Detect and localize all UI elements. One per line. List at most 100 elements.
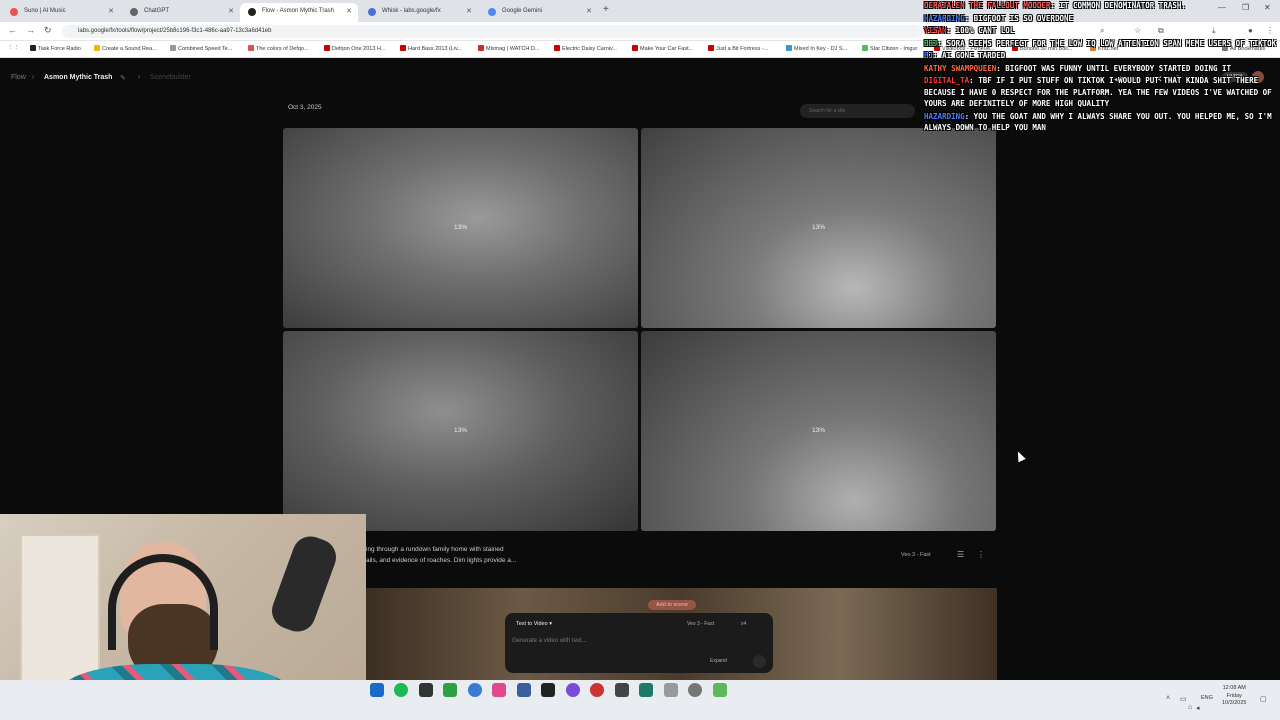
notification-icon[interactable]: ▢: [1260, 695, 1267, 703]
youtube-icon: [632, 45, 638, 51]
bookmark-item[interactable]: Hard Bass 2013 (Liv...: [400, 45, 462, 52]
tab-whisk[interactable]: Whisk - labs.google/fx ✕: [360, 3, 478, 22]
date-label: Oct 3, 2025: [288, 104, 322, 111]
tab-gemini[interactable]: Google Gemini ✕: [480, 3, 598, 22]
progress-label: 13%: [453, 224, 467, 231]
reload-icon[interactable]: ↻: [44, 25, 52, 36]
chat-user: Kathy SwampQueen: [924, 63, 997, 73]
apps-icon[interactable]: ⋮⋮: [8, 45, 19, 51]
app-icon[interactable]: [566, 683, 580, 697]
close-icon[interactable]: ✕: [108, 7, 114, 15]
chat-user: Hazarding: [924, 13, 965, 23]
app-icon[interactable]: [517, 683, 531, 697]
spotify-icon[interactable]: [394, 683, 408, 697]
bookmark-item[interactable]: The colors of Defqo...: [248, 45, 309, 52]
video-tile[interactable]: 13%: [283, 128, 638, 328]
video-tile[interactable]: 13%: [283, 331, 638, 531]
new-tab-button[interactable]: +: [603, 4, 609, 15]
mode-select[interactable]: Text to Video ▾: [516, 621, 552, 627]
chat-user: BBJ: [924, 38, 938, 48]
tab-chatgpt[interactable]: ChatGPT ✕: [122, 3, 240, 22]
chat-user: BJ: [924, 51, 934, 60]
prompt-input[interactable]: Generate a video with text...: [512, 638, 587, 644]
chat-message: Kathy SwampQueen: Bigfoot was funny unti…: [924, 63, 1232, 73]
tray-chevron-icon[interactable]: ˄: [1166, 695, 1170, 702]
back-icon[interactable]: ←: [8, 25, 17, 35]
chat-user: Derajalen The Fallout Modder: [924, 1, 1051, 10]
whisk-icon: [368, 8, 376, 16]
bookmark-item[interactable]: Combined Speed Te...: [170, 45, 232, 52]
app-icon[interactable]: [492, 683, 506, 697]
breadcrumb-root[interactable]: Flow: [11, 74, 26, 81]
suno-icon: [10, 8, 18, 16]
more-options-icon[interactable]: ⋮: [977, 550, 985, 559]
settings-icon[interactable]: [688, 683, 702, 697]
bookmark-item[interactable]: Create a Sound Rea...: [94, 45, 157, 52]
add-to-scene-button[interactable]: Add to scene: [648, 600, 697, 610]
app-icon[interactable]: [639, 683, 653, 697]
bookmark-item[interactable]: Just a Bit Fortress -...: [708, 45, 768, 52]
forward-icon[interactable]: →: [26, 25, 35, 35]
close-icon[interactable]: ✕: [586, 7, 592, 15]
chrome-icon[interactable]: [468, 683, 482, 697]
close-icon[interactable]: ✕: [466, 7, 472, 15]
youtube-icon: [708, 45, 714, 51]
chat-message: BBJ: Sora seems perfect for the low iq l…: [924, 38, 1277, 48]
edge-icon[interactable]: [443, 683, 457, 697]
tab-suno[interactable]: Suno | AI Music ✕: [2, 3, 120, 22]
bookmark-item[interactable]: Electric Daisy Carniv...: [554, 45, 617, 52]
bookmark-item[interactable]: Mixmag | WATCH D...: [478, 45, 539, 52]
language-indicator[interactable]: ENG: [1201, 695, 1213, 701]
bookmark-item[interactable]: Make Your Car Fast...: [632, 45, 693, 52]
chat-message: Yisan: 100% cant lol: [924, 26, 1015, 35]
search-input[interactable]: Search for a clip: [800, 104, 915, 118]
bookmark-item[interactable]: Defqon One 2013 H...: [324, 45, 386, 52]
edit-icon[interactable]: ✎: [120, 74, 126, 82]
app-icon[interactable]: [590, 683, 604, 697]
bookmark-item[interactable]: Star Citizen - Imgur: [862, 45, 917, 52]
system-clock[interactable]: 12:08 AM Friday 10/3/2025: [1222, 685, 1246, 708]
bookmark-item[interactable]: Mixed In Key - DJ S...: [786, 45, 847, 52]
app-icon[interactable]: [615, 683, 629, 697]
url-bar[interactable]: labs.google/fx/tools/flow/project/25b8c1…: [62, 25, 922, 38]
youtube-icon: [554, 45, 560, 51]
app-icon[interactable]: [713, 683, 727, 697]
chat-message: Hazarding: Bigfoot is so overdone: [924, 13, 1074, 23]
model-label: Veo 3 - Fast: [901, 552, 931, 558]
youtube-icon: [400, 45, 406, 51]
chat-message: BJ: AI gone tarded: [924, 51, 1006, 60]
prompt-composer: Text to Video ▾ Veo 3 - Fast x4 Generate…: [505, 613, 773, 673]
bookmark-icon: [94, 45, 100, 51]
tray-icon[interactable]: ▭: [1180, 695, 1187, 703]
tab-flow[interactable]: Flow - Asmon Mythic Trash ✕: [240, 3, 358, 22]
close-icon[interactable]: ✕: [228, 7, 234, 15]
bookmark-item[interactable]: Task Force Radio: [30, 45, 81, 52]
video-tile[interactable]: 13%: [641, 331, 996, 531]
chat-user: Hazarding: [924, 111, 965, 121]
chat-user: Digital_Ta: [924, 76, 970, 85]
progress-label: 13%: [811, 224, 825, 231]
output-count[interactable]: x4: [741, 621, 746, 627]
speaker-icon[interactable]: ◂: [1196, 704, 1200, 712]
bookmark-icon: [248, 45, 254, 51]
steam-icon[interactable]: [370, 683, 384, 697]
youtube-icon: [324, 45, 330, 51]
bookmark-icon: [862, 45, 868, 51]
gemini-icon: [488, 8, 496, 16]
app-icon[interactable]: [419, 683, 433, 697]
chat-message: Hazarding: You the goat and why I always…: [924, 111, 1272, 133]
app-icon[interactable]: [541, 683, 555, 697]
project-title[interactable]: Asmon Mythic Trash: [44, 74, 112, 81]
microphone: [266, 531, 342, 637]
video-tile[interactable]: 13%: [641, 128, 996, 328]
breadcrumb-page[interactable]: Scenebuilder: [150, 74, 191, 81]
progress-label: 13%: [453, 427, 467, 434]
network-icon[interactable]: ⌂: [1188, 704, 1192, 711]
list-icon[interactable]: ☰: [957, 550, 964, 559]
close-icon[interactable]: ✕: [346, 7, 352, 15]
model-select[interactable]: Veo 3 - Fast: [687, 621, 714, 627]
expand-button[interactable]: Expand: [710, 658, 727, 664]
chatgpt-icon: [130, 8, 138, 16]
app-icon[interactable]: [664, 683, 678, 697]
send-button[interactable]: [753, 655, 766, 668]
